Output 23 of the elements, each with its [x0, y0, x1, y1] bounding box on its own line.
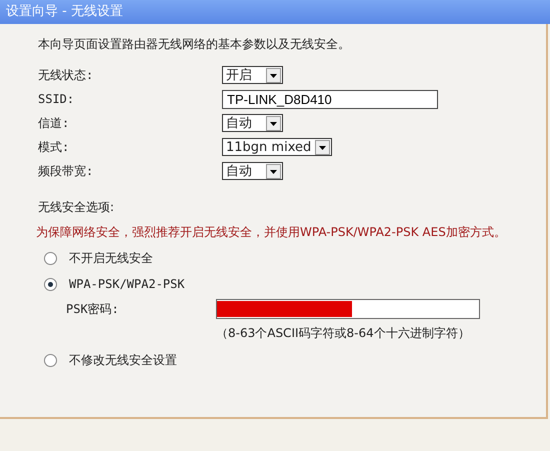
option-label: WPA-PSK/WPA2-PSK	[69, 277, 185, 291]
option-label: 不修改无线安全设置	[69, 352, 177, 369]
radio-button[interactable]	[44, 354, 57, 367]
warning-text: 为保障网络安全，强烈推荐开启无线安全，并使用WPA-PSK/WPA2-PSK AES加密方式。	[36, 224, 507, 241]
field-label: 无线状态:	[38, 66, 94, 84]
field-label: 信道:	[38, 114, 70, 132]
dropdown[interactable]: 开启	[222, 66, 283, 84]
hint-text: （8-63个ASCII码字符或8-64个十六进制字符）	[216, 325, 471, 342]
field-label: PSK密码:	[66, 300, 120, 318]
field-label: SSID:	[38, 92, 76, 106]
dropdown[interactable]: 自动	[222, 114, 283, 132]
field-label: 模式:	[38, 138, 70, 156]
option-label: 不开启无线安全	[69, 250, 153, 267]
dropdown[interactable]: 自动	[222, 162, 283, 180]
section-title: 无线安全选项:	[38, 199, 116, 216]
password-field[interactable]	[216, 299, 480, 319]
dropdown[interactable]: 11bgn mixed	[222, 138, 332, 156]
field-label: 频段带宽:	[38, 162, 94, 180]
intro-text: 本向导页面设置路由器无线网络的基本参数以及无线安全。	[38, 36, 351, 53]
window-title: 设置向导 - 无线设置	[0, 0, 550, 24]
radio-button[interactable]	[44, 252, 57, 265]
radio-button[interactable]	[44, 278, 57, 290]
ssid-field[interactable]: TP-LINK_D8D410	[222, 90, 438, 108]
